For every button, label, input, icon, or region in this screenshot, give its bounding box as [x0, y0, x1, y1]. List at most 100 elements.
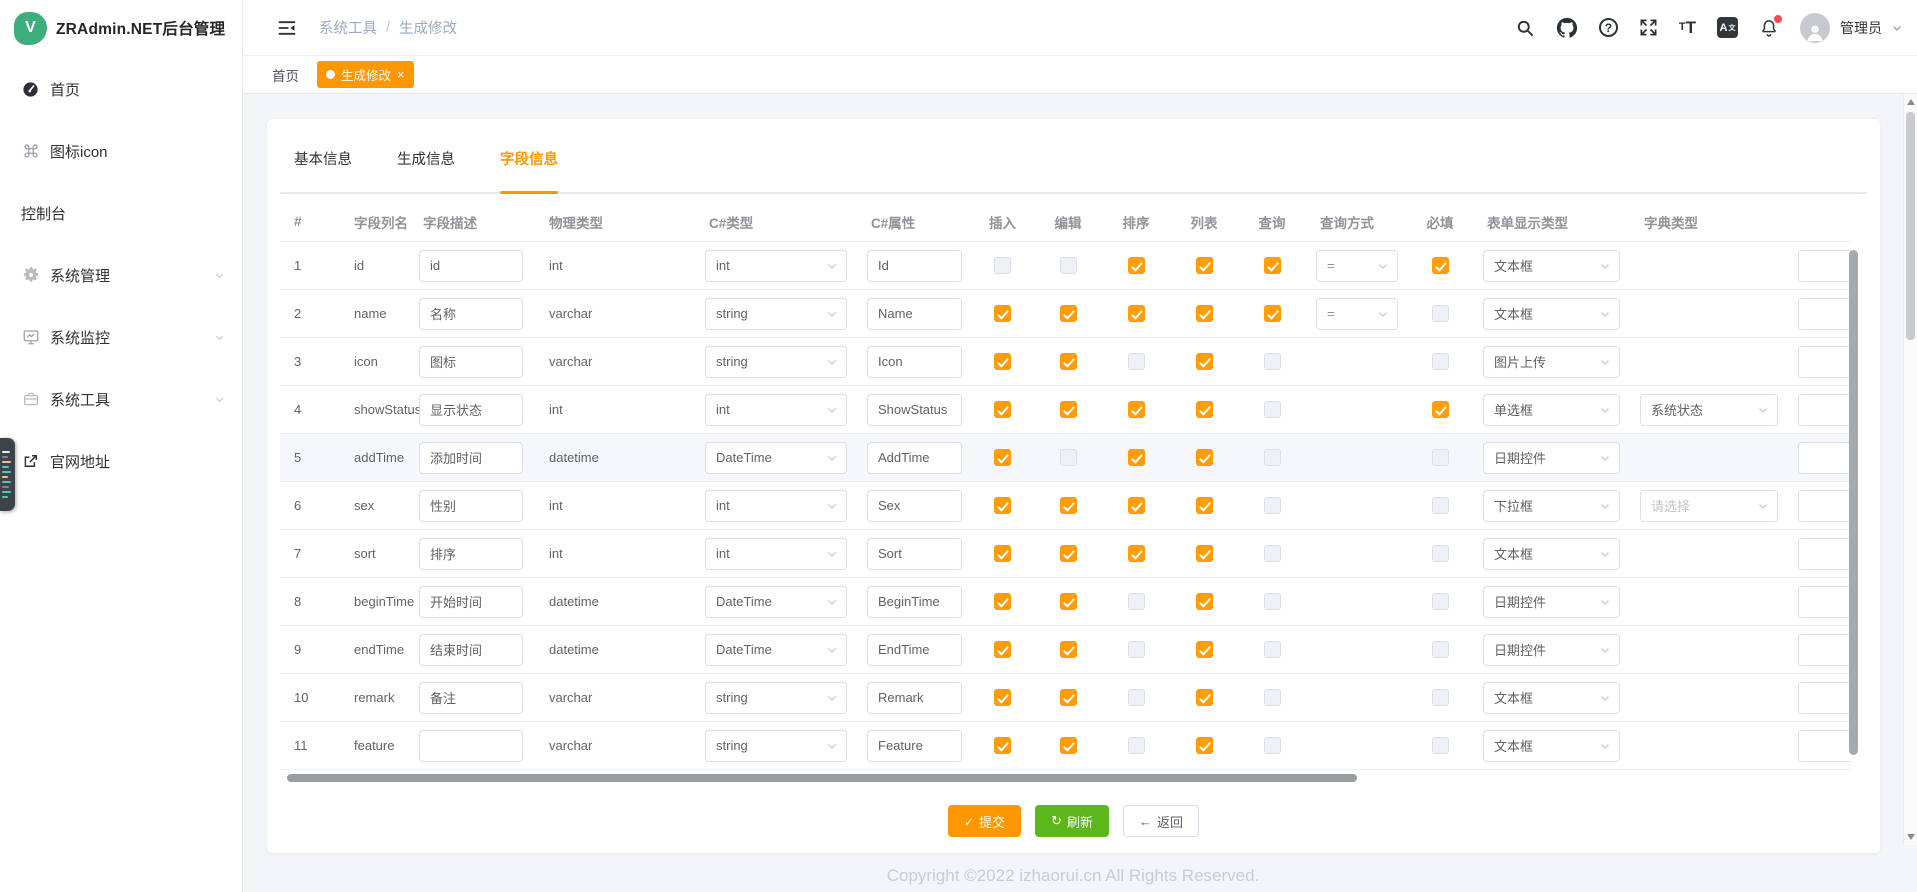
insert-checkbox[interactable]	[994, 353, 1011, 370]
query-checkbox[interactable]	[1264, 401, 1281, 418]
sidebar-item-system-tools[interactable]: 系统工具	[0, 368, 242, 430]
field-desc-input[interactable]	[419, 538, 523, 570]
back-button[interactable]: 返回	[1123, 805, 1199, 837]
field-desc-input[interactable]	[419, 298, 523, 330]
cs-attr-input[interactable]	[867, 634, 962, 666]
sort-checkbox[interactable]	[1128, 641, 1145, 658]
form-type-select[interactable]: 文本框	[1483, 298, 1620, 330]
page-scrollbar-thumb[interactable]	[1906, 112, 1915, 340]
form-type-select[interactable]: 日期控件	[1483, 634, 1620, 666]
logo-row[interactable]: V ZRAdmin.NET后台管理	[0, 0, 242, 56]
edit-checkbox[interactable]	[1060, 401, 1077, 418]
settings-drawer-handle[interactable]	[0, 438, 15, 511]
field-desc-input[interactable]	[419, 346, 523, 378]
avatar[interactable]	[1800, 13, 1830, 43]
cs-attr-input[interactable]	[867, 394, 962, 426]
required-checkbox[interactable]	[1432, 401, 1449, 418]
extra-input[interactable]	[1798, 490, 1851, 522]
insert-checkbox[interactable]	[994, 593, 1011, 610]
edit-checkbox[interactable]	[1060, 305, 1077, 322]
sort-checkbox[interactable]	[1128, 689, 1145, 706]
cs-attr-input[interactable]	[867, 730, 962, 762]
required-checkbox[interactable]	[1432, 593, 1449, 610]
form-type-select[interactable]: 文本框	[1483, 682, 1620, 714]
form-type-select[interactable]: 文本框	[1483, 730, 1620, 762]
cs-attr-input[interactable]	[867, 586, 962, 618]
query-checkbox[interactable]	[1264, 257, 1281, 274]
list-checkbox[interactable]	[1196, 497, 1213, 514]
cs-type-select[interactable]: DateTime	[705, 634, 847, 666]
insert-checkbox[interactable]	[994, 641, 1011, 658]
cs-attr-input[interactable]	[867, 682, 962, 714]
refresh-button[interactable]: 刷新	[1035, 805, 1109, 837]
query-checkbox[interactable]	[1264, 689, 1281, 706]
query-checkbox[interactable]	[1264, 737, 1281, 754]
extra-input[interactable]	[1798, 298, 1851, 330]
sort-checkbox[interactable]	[1128, 449, 1145, 466]
required-checkbox[interactable]	[1432, 305, 1449, 322]
font-size-icon[interactable]: TT	[1679, 19, 1696, 36]
form-type-select[interactable]: 图片上传	[1483, 346, 1620, 378]
form-type-select[interactable]: 日期控件	[1483, 442, 1620, 474]
chevron-down-icon[interactable]	[1891, 22, 1903, 34]
query-checkbox[interactable]	[1264, 641, 1281, 658]
required-checkbox[interactable]	[1432, 449, 1449, 466]
extra-input[interactable]	[1798, 730, 1851, 762]
edit-checkbox[interactable]	[1060, 497, 1077, 514]
insert-checkbox[interactable]	[994, 401, 1011, 418]
cs-type-select[interactable]: int	[705, 394, 847, 426]
required-checkbox[interactable]	[1432, 497, 1449, 514]
required-checkbox[interactable]	[1432, 257, 1449, 274]
extra-input[interactable]	[1798, 346, 1851, 378]
insert-checkbox[interactable]	[994, 449, 1011, 466]
dict-type-select[interactable]: 系统状态	[1640, 394, 1778, 426]
query-checkbox[interactable]	[1264, 497, 1281, 514]
sort-checkbox[interactable]	[1128, 353, 1145, 370]
tag-home[interactable]: 首页	[272, 65, 299, 85]
fullscreen-icon[interactable]	[1639, 18, 1658, 37]
sort-checkbox[interactable]	[1128, 593, 1145, 610]
query-mode-select[interactable]: =	[1316, 298, 1398, 330]
field-desc-input[interactable]	[419, 730, 523, 762]
query-checkbox[interactable]	[1264, 353, 1281, 370]
extra-input[interactable]	[1798, 682, 1851, 714]
list-checkbox[interactable]	[1196, 545, 1213, 562]
list-checkbox[interactable]	[1196, 689, 1213, 706]
extra-input[interactable]	[1798, 634, 1851, 666]
tab-basic-info[interactable]: 基本信息	[294, 148, 352, 192]
form-type-select[interactable]: 下拉框	[1483, 490, 1620, 522]
cs-attr-input[interactable]	[867, 442, 962, 474]
dict-type-select[interactable]: 请选择	[1640, 490, 1778, 522]
form-type-select[interactable]: 单选框	[1483, 394, 1620, 426]
extra-input[interactable]	[1798, 586, 1851, 618]
field-desc-input[interactable]	[419, 634, 523, 666]
form-type-select[interactable]: 文本框	[1483, 538, 1620, 570]
cs-attr-input[interactable]	[867, 346, 962, 378]
sidebar-item-console[interactable]: 控制台	[0, 182, 242, 244]
submit-button[interactable]: 提交	[948, 805, 1021, 837]
edit-checkbox[interactable]	[1060, 449, 1077, 466]
field-desc-input[interactable]	[419, 394, 523, 426]
edit-checkbox[interactable]	[1060, 689, 1077, 706]
search-icon[interactable]	[1515, 18, 1535, 38]
scroll-up-icon[interactable]	[1907, 99, 1915, 105]
tab-field-info[interactable]: 字段信息	[500, 148, 558, 192]
sidebar-item-system-admin[interactable]: 系统管理	[0, 244, 242, 306]
insert-checkbox[interactable]	[994, 305, 1011, 322]
required-checkbox[interactable]	[1432, 545, 1449, 562]
field-desc-input[interactable]	[419, 250, 523, 282]
form-type-select[interactable]: 日期控件	[1483, 586, 1620, 618]
field-desc-input[interactable]	[419, 682, 523, 714]
required-checkbox[interactable]	[1432, 641, 1449, 658]
sort-checkbox[interactable]	[1128, 257, 1145, 274]
user-name[interactable]: 管理员	[1840, 18, 1882, 38]
sidebar-item-home[interactable]: 首页	[0, 58, 242, 120]
required-checkbox[interactable]	[1432, 689, 1449, 706]
field-desc-input[interactable]	[419, 586, 523, 618]
insert-checkbox[interactable]	[994, 545, 1011, 562]
field-desc-input[interactable]	[419, 442, 523, 474]
tag-active[interactable]: 生成修改	[317, 61, 414, 88]
sidebar-collapse-icon[interactable]	[277, 18, 297, 38]
form-type-select[interactable]: 文本框	[1483, 250, 1620, 282]
sort-checkbox[interactable]	[1128, 305, 1145, 322]
